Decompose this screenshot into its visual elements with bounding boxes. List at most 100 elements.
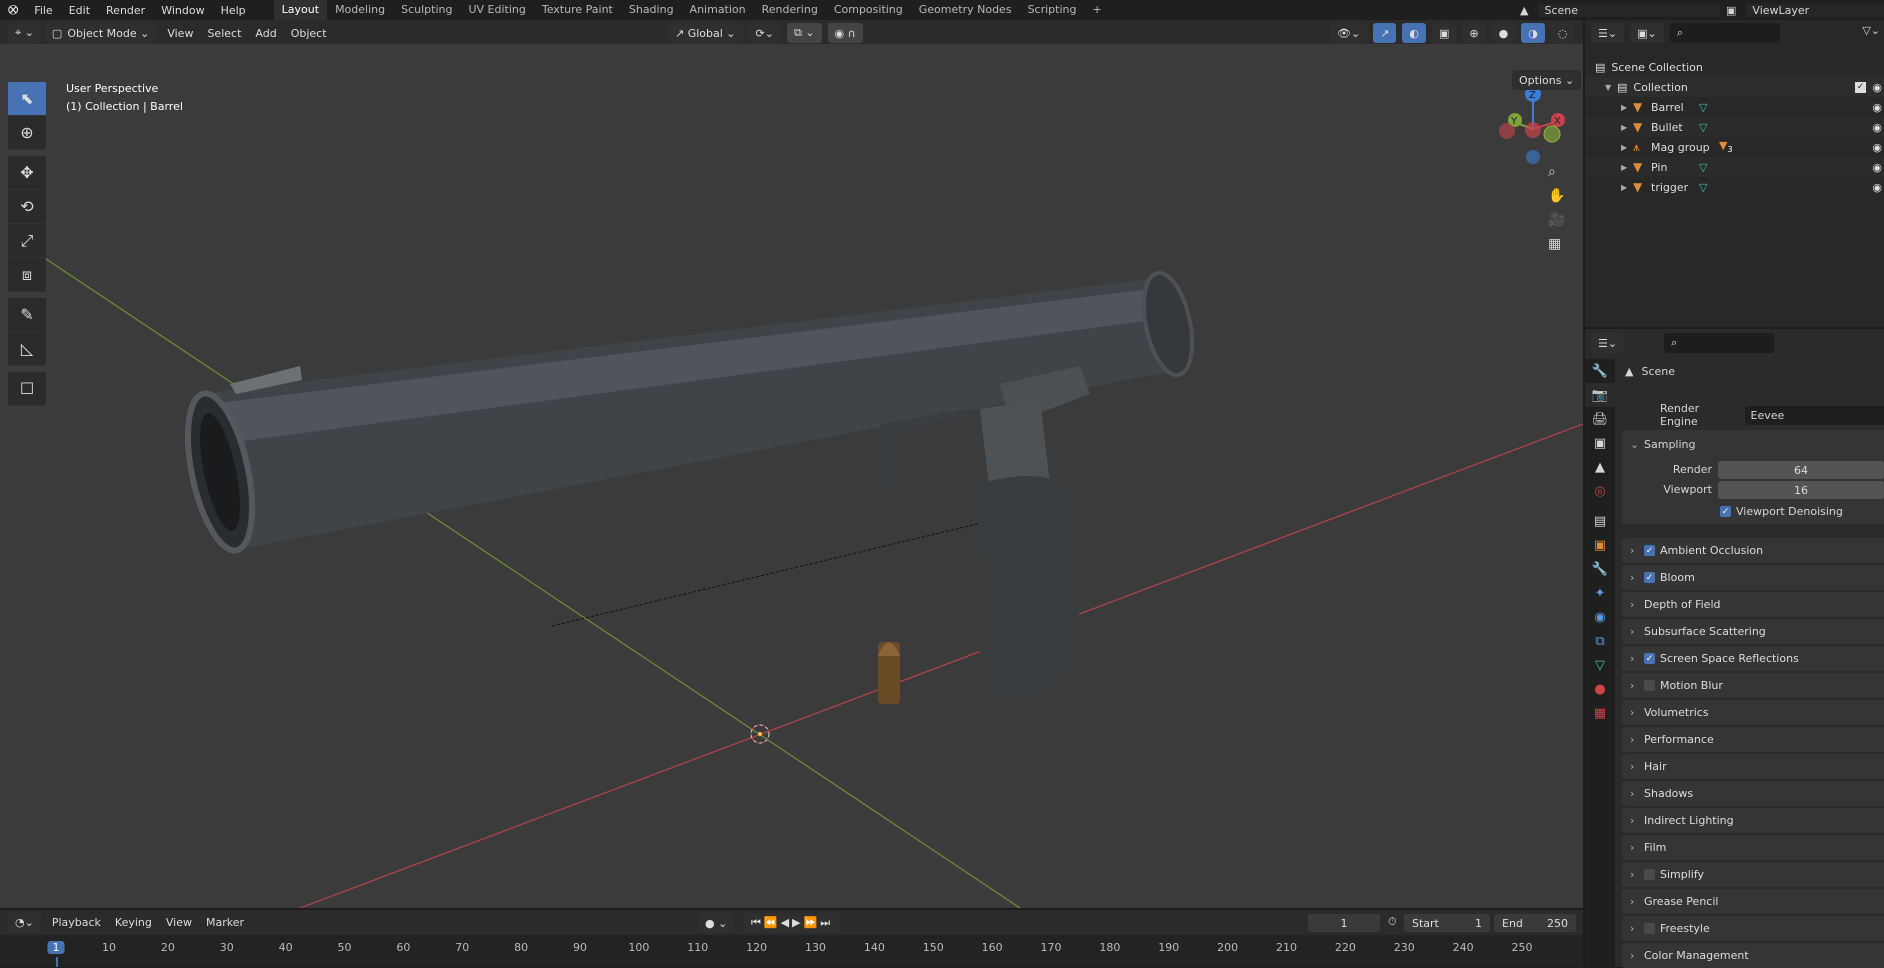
start-frame-field[interactable]: Start1 — [1404, 914, 1490, 932]
physics-tab-icon[interactable]: ◉ — [1585, 605, 1615, 629]
workspace-tab-shading[interactable]: Shading — [621, 0, 682, 20]
panel-color-management[interactable]: ›Color Management — [1622, 943, 1884, 968]
render-tab-icon[interactable]: 📷 — [1585, 383, 1615, 407]
visibility-button[interactable]: 👁⌄ — [1330, 23, 1367, 43]
panel-checkbox[interactable]: ✓ — [1644, 545, 1655, 556]
menu-window[interactable]: Window — [153, 4, 212, 17]
view-layer-tab-icon[interactable]: ▣ — [1585, 431, 1615, 455]
scene-tab-icon[interactable]: ▲ — [1585, 455, 1615, 479]
mode-selector[interactable]: ▢Object Mode ⌄ — [45, 23, 156, 43]
panel-indirect-lighting[interactable]: ›Indirect Lighting — [1622, 808, 1884, 833]
timeline-menu-keying[interactable]: Keying — [108, 916, 159, 929]
render-samples-field[interactable]: 64 — [1718, 461, 1884, 479]
panel-motion-blur[interactable]: ›Motion Blur — [1622, 673, 1884, 698]
transform-tool-icon[interactable]: ⧈ — [8, 258, 46, 292]
viewport-menu-view[interactable]: View — [160, 27, 200, 40]
panel-subsurface-scattering[interactable]: ›Subsurface Scattering — [1622, 619, 1884, 644]
shading-wireframe-button[interactable]: ⊕ — [1462, 23, 1485, 43]
workspace-tab-texture-paint[interactable]: Texture Paint — [534, 0, 621, 20]
panel-hair[interactable]: ›Hair — [1622, 754, 1884, 779]
properties-editor-type-button[interactable]: ☰⌄ — [1591, 333, 1624, 353]
viewport-samples-field[interactable]: 16 — [1718, 481, 1884, 499]
cursor-tool-icon[interactable]: ⊕ — [8, 116, 46, 150]
panel-shadows[interactable]: ›Shadows — [1622, 781, 1884, 806]
workspace-tab-compositing[interactable]: Compositing — [826, 0, 911, 20]
workspace-tab-scripting[interactable]: Scripting — [1020, 0, 1085, 20]
outliner-item[interactable]: ▶▼Pin▽◉ — [1585, 157, 1884, 177]
outliner-item[interactable]: ▶▼Barrel▽◉ — [1585, 97, 1884, 117]
panel-freestyle[interactable]: ›Freestyle — [1622, 916, 1884, 941]
ortho-grid-icon[interactable]: ▦ — [1548, 236, 1565, 252]
workspace-tab-modeling[interactable]: Modeling — [327, 0, 393, 20]
workspace-tab-geometry-nodes[interactable]: Geometry Nodes — [911, 0, 1020, 20]
timeline-frame-ruler[interactable]: 1102030405060708090100110120130140150160… — [0, 935, 1583, 967]
panel-screen-space-reflections[interactable]: ›✓Screen Space Reflections — [1622, 646, 1884, 671]
select-box-tool-icon[interactable]: ⬉ — [8, 82, 46, 116]
keyframe-record-button[interactable]: ● ⌄ — [698, 913, 734, 933]
gizmo-toggle-button[interactable]: ↗ — [1373, 23, 1396, 43]
snap-button[interactable]: ⧉ ⌄ — [787, 23, 822, 43]
panel-checkbox[interactable] — [1644, 680, 1655, 691]
xray-toggle-button[interactable]: ▣ — [1432, 23, 1456, 43]
scale-tool-icon[interactable]: ⤢ — [8, 224, 46, 258]
transform-orientation-selector[interactable]: ↗ Global ⌄ — [668, 23, 743, 43]
zoom-icon[interactable]: ⌕ — [1548, 164, 1565, 180]
collection-checkbox[interactable]: ✓ — [1855, 82, 1866, 93]
annotate-tool-icon[interactable]: ✎ — [8, 298, 46, 332]
filter-layer-button[interactable]: ▣⌄ — [1630, 23, 1664, 43]
panel-film[interactable]: ›Film — [1622, 835, 1884, 860]
panel-simplify[interactable]: ›Simplify — [1622, 862, 1884, 887]
viewport-menu-add[interactable]: Add — [248, 27, 283, 40]
properties-search-input[interactable]: ⌕ — [1664, 333, 1774, 353]
panel-volumetrics[interactable]: ›Volumetrics — [1622, 700, 1884, 725]
menu-edit[interactable]: Edit — [61, 4, 98, 17]
expand-icon[interactable]: ▶ — [1621, 143, 1633, 152]
expand-icon[interactable]: ▶ — [1621, 163, 1633, 172]
workspace-tab-sculpting[interactable]: Sculpting — [393, 0, 460, 20]
display-mode-button[interactable]: ☰⌄ — [1591, 23, 1624, 43]
camera-view-icon[interactable]: 🎥 — [1548, 212, 1565, 228]
shading-solid-button[interactable]: ● — [1492, 23, 1516, 43]
data-tab-icon[interactable]: ▽ — [1585, 653, 1615, 677]
object-tab-icon[interactable]: ▣ — [1585, 533, 1615, 557]
outliner-item[interactable]: ▶▼trigger▽◉ — [1585, 177, 1884, 197]
panel-checkbox[interactable]: ✓ — [1644, 572, 1655, 583]
workspace-tab-uv-editing[interactable]: UV Editing — [460, 0, 533, 20]
expand-icon[interactable]: ▶ — [1621, 103, 1633, 112]
filter-icon[interactable]: ▽⌄ — [1862, 24, 1880, 37]
add-cube-tool-icon[interactable]: ☐ — [8, 372, 46, 406]
menu-help[interactable]: Help — [213, 4, 254, 17]
shading-rendered-button[interactable]: ◌ — [1551, 23, 1575, 43]
viewport-denoising-checkbox[interactable]: ✓Viewport Denoising — [1720, 505, 1843, 518]
render-engine-select[interactable]: Eevee — [1745, 406, 1884, 425]
blender-logo-icon[interactable]: ⭙ — [0, 3, 26, 18]
panel-performance[interactable]: ›Performance — [1622, 727, 1884, 752]
panel-checkbox[interactable]: ✓ — [1644, 653, 1655, 664]
viewport-menu-select[interactable]: Select — [200, 27, 248, 40]
view-layer-name[interactable]: ViewLayer — [1746, 4, 1884, 17]
editor-type-button[interactable]: ⌖ ⌄ — [8, 23, 41, 43]
eye-icon[interactable]: ◉ — [1872, 141, 1882, 154]
outliner-search-input[interactable]: ⌕ — [1670, 23, 1780, 43]
pan-hand-icon[interactable]: ✋ — [1548, 188, 1565, 204]
outliner-scene-collection[interactable]: ▤Scene Collection — [1585, 57, 1884, 77]
panel-grease-pencil[interactable]: ›Grease Pencil — [1622, 889, 1884, 914]
eye-icon[interactable]: ◉ — [1872, 181, 1882, 194]
world-tab-icon[interactable]: ◎ — [1585, 479, 1615, 503]
3d-viewport[interactable]: User Perspective (1) Collection | Barrel… — [0, 44, 1583, 908]
collection-tab-icon[interactable]: ▤ — [1585, 509, 1615, 533]
timeline-menu-view[interactable]: View — [159, 916, 199, 929]
measure-tool-icon[interactable]: ◺ — [8, 332, 46, 366]
playback-controls[interactable]: ⏮⏪◀▶⏩⏭ — [744, 913, 840, 933]
panel-checkbox[interactable] — [1644, 869, 1655, 880]
expand-icon[interactable]: ▶ — [1621, 183, 1633, 192]
move-tool-icon[interactable]: ✥ — [8, 156, 46, 190]
overlay-toggle-button[interactable]: ◐ — [1402, 23, 1426, 43]
menu-render[interactable]: Render — [98, 4, 153, 17]
output-tab-icon[interactable]: 🖨 — [1585, 407, 1615, 431]
modifier-tab-icon[interactable]: 🔧 — [1585, 557, 1615, 581]
panel-bloom[interactable]: ›✓Bloom — [1622, 565, 1884, 590]
constraints-tab-icon[interactable]: ⧉ — [1585, 629, 1615, 653]
stopwatch-icon[interactable]: ⏱ — [1388, 915, 1397, 929]
eye-icon[interactable]: ◉ — [1872, 121, 1882, 134]
